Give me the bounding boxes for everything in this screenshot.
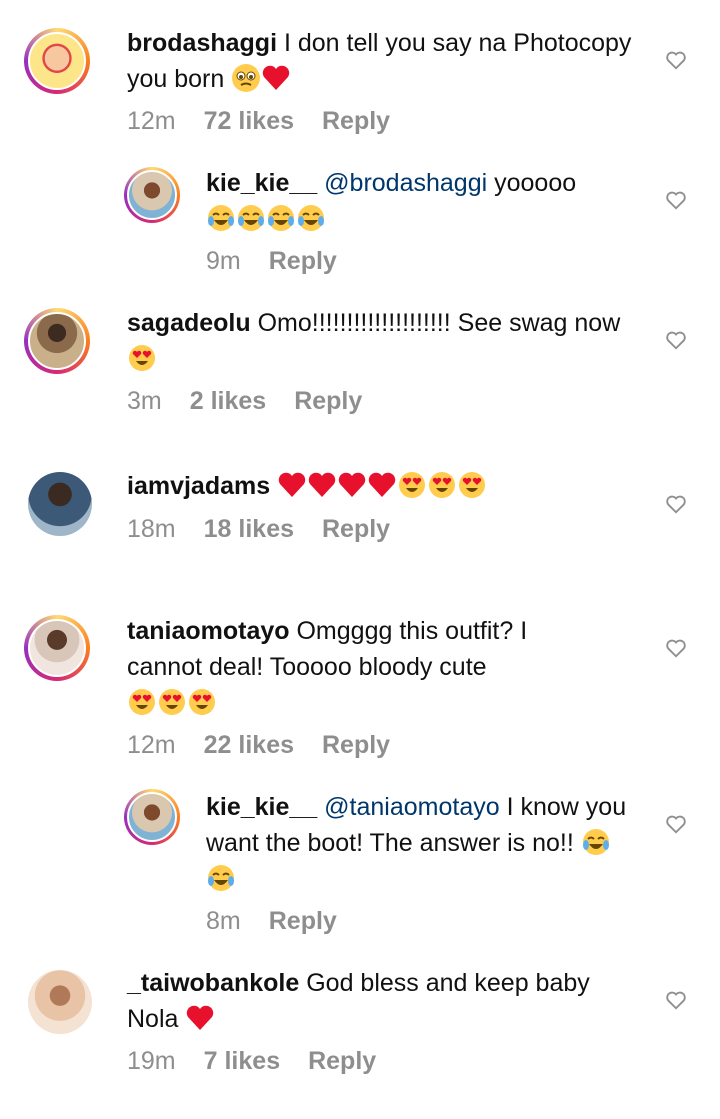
heart-outline-icon[interactable] xyxy=(665,329,687,351)
likes-count[interactable]: 7 likes xyxy=(204,1047,280,1075)
comment-meta: 3m 2 likes Reply xyxy=(127,387,390,416)
comment-text: iamvjadams xyxy=(127,468,657,504)
heart-eyes-emoji-icon xyxy=(399,472,426,498)
mention-link[interactable]: @taniaomotayo xyxy=(324,793,499,821)
comment-meta: 9m Reply xyxy=(206,247,365,276)
timestamp: 12m xyxy=(127,731,176,759)
avatar[interactable] xyxy=(124,789,180,845)
tears-of-joy-emoji-icon xyxy=(208,865,234,891)
timestamp: 12m xyxy=(127,107,176,135)
comment-text: _taiwobankole God bless and keep baby No… xyxy=(127,965,647,1037)
red-heart-emoji-icon xyxy=(278,472,306,497)
crying-face-emoji-icon xyxy=(232,64,261,92)
heart-outline-icon[interactable] xyxy=(665,49,687,71)
username[interactable]: sagadeolu xyxy=(127,309,251,337)
comment-text: kie_kie__ @brodashaggi yooooo xyxy=(206,165,656,237)
heart-outline-icon[interactable] xyxy=(665,189,687,211)
timestamp: 3m xyxy=(127,387,162,415)
heart-outline-icon[interactable] xyxy=(665,813,687,835)
heart-eyes-emoji-icon xyxy=(459,472,486,498)
red-heart-emoji-icon xyxy=(187,1005,214,1030)
heart-outline-icon[interactable] xyxy=(665,989,687,1011)
heart-eyes-emoji-icon xyxy=(189,689,215,715)
heart-outline-icon[interactable] xyxy=(665,493,687,515)
tears-of-joy-emoji-icon xyxy=(268,205,294,231)
heart-eyes-emoji-icon xyxy=(129,689,155,715)
reply-button[interactable]: Reply xyxy=(322,515,390,543)
timestamp: 18m xyxy=(127,515,176,543)
comment-meta: 12m 22 likes Reply xyxy=(127,731,418,760)
avatar[interactable] xyxy=(24,308,90,374)
likes-count[interactable]: 2 likes xyxy=(190,387,266,415)
avatar[interactable] xyxy=(28,472,92,536)
comment-meta: 12m 72 likes Reply xyxy=(127,107,418,136)
likes-count[interactable]: 18 likes xyxy=(204,515,294,543)
comment-text: brodashaggi I don tell you say na Photoc… xyxy=(127,25,657,97)
comment-meta: 19m 7 likes Reply xyxy=(127,1047,404,1076)
reply-button[interactable]: Reply xyxy=(308,1047,376,1075)
reply-button[interactable]: Reply xyxy=(269,247,337,275)
username[interactable]: iamvjadams xyxy=(127,472,270,500)
avatar[interactable] xyxy=(24,615,90,681)
username[interactable]: brodashaggi xyxy=(127,29,277,57)
comment-meta: 18m 18 likes Reply xyxy=(127,515,418,544)
avatar[interactable] xyxy=(124,167,180,223)
username[interactable]: kie_kie__ xyxy=(206,793,317,821)
reply-button[interactable]: Reply xyxy=(269,907,337,935)
red-heart-emoji-icon xyxy=(338,472,366,497)
tears-of-joy-emoji-icon xyxy=(298,205,324,231)
reply-button[interactable]: Reply xyxy=(294,387,362,415)
avatar[interactable] xyxy=(28,970,92,1034)
username[interactable]: taniaomotayo xyxy=(127,617,290,645)
comment-meta: 8m Reply xyxy=(206,907,365,936)
comment-body: yooooo xyxy=(494,169,577,197)
timestamp: 19m xyxy=(127,1047,176,1075)
red-heart-emoji-icon xyxy=(368,472,396,497)
likes-count[interactable]: 72 likes xyxy=(204,107,294,135)
timestamp: 8m xyxy=(206,907,241,935)
red-heart-emoji-icon xyxy=(263,65,290,90)
heart-eyes-emoji-icon xyxy=(159,689,185,715)
heart-outline-icon[interactable] xyxy=(665,637,687,659)
comment-text: kie_kie__ @taniaomotayo I know you want … xyxy=(206,789,636,897)
heart-eyes-emoji-icon xyxy=(129,345,155,371)
likes-count[interactable]: 22 likes xyxy=(204,731,294,759)
comment-text: taniaomotayo Omgggg this outfit? I canno… xyxy=(127,613,587,721)
username[interactable]: kie_kie__ xyxy=(206,169,317,197)
red-heart-emoji-icon xyxy=(308,472,336,497)
comment-body: Omo!!!!!!!!!!!!!!!!!!!! See swag now xyxy=(257,309,621,337)
username[interactable]: _taiwobankole xyxy=(127,969,299,997)
comment-text: sagadeolu Omo!!!!!!!!!!!!!!!!!!!! See sw… xyxy=(127,305,637,377)
heart-eyes-emoji-icon xyxy=(429,472,456,498)
tears-of-joy-emoji-icon xyxy=(208,205,234,231)
avatar[interactable] xyxy=(24,28,90,94)
mention-link[interactable]: @brodashaggi xyxy=(324,169,487,197)
reply-button[interactable]: Reply xyxy=(322,731,390,759)
tears-of-joy-emoji-icon xyxy=(582,829,609,855)
tears-of-joy-emoji-icon xyxy=(238,205,264,231)
reply-button[interactable]: Reply xyxy=(322,107,390,135)
timestamp: 9m xyxy=(206,247,241,275)
